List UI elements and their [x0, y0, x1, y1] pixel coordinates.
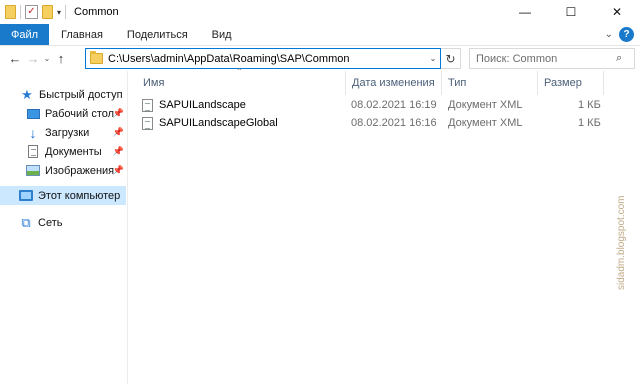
- recent-locations-icon[interactable]: ⌄: [42, 49, 52, 69]
- address-dropdown-icon[interactable]: ⌄: [426, 54, 440, 63]
- minimize-button[interactable]: —: [502, 0, 548, 24]
- nav-item-desktop[interactable]: Рабочий стол 📌: [26, 104, 124, 123]
- window-controls: — ☐ ✕: [502, 0, 640, 24]
- watermark: sidadm.blogspot.com: [616, 195, 627, 291]
- tab-file[interactable]: Файл: [0, 24, 50, 45]
- nav-label: Быстрый доступ: [39, 88, 123, 101]
- nav-label: Этот компьютер: [38, 189, 121, 202]
- close-button[interactable]: ✕: [594, 0, 640, 24]
- search-input[interactable]: [476, 52, 616, 65]
- nav-label: Загрузки: [45, 126, 90, 139]
- file-size: 1 КБ: [578, 99, 601, 111]
- toolbar-divider: [65, 5, 67, 19]
- downloads-icon: ↓: [29, 124, 37, 141]
- nav-quick-access[interactable]: ★ Быстрый доступ: [20, 85, 123, 104]
- nav-label: Документы: [45, 145, 102, 158]
- xml-file-icon: [142, 98, 153, 112]
- folder-icon: [5, 5, 16, 19]
- window-title: Common: [74, 6, 119, 18]
- pin-icon[interactable]: 📌: [113, 127, 124, 138]
- file-type: Документ XML: [448, 117, 523, 129]
- nav-label: Рабочий стол: [45, 107, 115, 120]
- ribbon-tabs: Файл Главная Поделиться Вид ⌄ ?: [0, 24, 640, 46]
- file-row[interactable]: SAPUILandscapeGlobal 08.02.2021 16:16 До…: [142, 114, 604, 132]
- pictures-icon: [26, 165, 40, 176]
- title-bar: ✓ ▾ Common — ☐ ✕: [0, 0, 640, 24]
- nav-item-network[interactable]: ⧉ Сеть: [19, 213, 62, 232]
- tab-home[interactable]: Главная: [49, 24, 115, 45]
- customize-toolbar-icon[interactable]: ▾: [57, 8, 61, 17]
- tab-share[interactable]: Поделиться: [115, 24, 200, 45]
- expand-ribbon-icon[interactable]: ⌄: [605, 29, 613, 40]
- maximize-button[interactable]: ☐: [548, 0, 594, 24]
- search-box[interactable]: ⌕: [469, 48, 635, 69]
- nav-item-documents[interactable]: Документы 📌: [26, 142, 124, 161]
- xml-file-icon: [142, 116, 153, 130]
- file-name[interactable]: SAPUILandscape: [159, 99, 246, 111]
- column-header-date[interactable]: Дата изменения: [346, 71, 442, 95]
- nav-label: Сеть: [38, 216, 63, 229]
- navigation-pane: ★ Быстрый доступ Рабочий стол 📌 ↓ Загруз…: [0, 71, 128, 384]
- nav-item-pictures[interactable]: Изображения 📌: [26, 161, 124, 180]
- pin-icon[interactable]: 📌: [113, 146, 124, 157]
- properties-icon[interactable]: ✓: [25, 5, 38, 19]
- file-modified: 08.02.2021 16:19: [351, 99, 437, 111]
- column-header-name[interactable]: Имя: [137, 71, 346, 95]
- up-button[interactable]: ↑: [52, 49, 70, 69]
- file-type: Документ XML: [448, 99, 523, 111]
- column-header-size[interactable]: Размер: [538, 71, 604, 95]
- file-name[interactable]: SAPUILandscapeGlobal: [159, 117, 278, 129]
- nav-item-downloads[interactable]: ↓ Загрузки 📌: [26, 123, 125, 142]
- computer-icon: [19, 190, 33, 201]
- file-row[interactable]: SAPUILandscape 08.02.2021 16:19 Документ…: [142, 96, 604, 114]
- star-icon: ★: [21, 86, 33, 102]
- search-icon[interactable]: ⌕: [616, 52, 622, 65]
- file-size: 1 КБ: [578, 117, 601, 129]
- nav-item-this-pc[interactable]: Этот компьютер: [0, 186, 126, 205]
- navigation-bar: ← → ⌄ ↑ C:\Users\admin\AppData\Roaming\S…: [0, 46, 640, 71]
- quick-access-toolbar: ✓ ▾: [0, 0, 67, 24]
- forward-button[interactable]: →: [24, 49, 42, 69]
- column-header-type[interactable]: Тип: [442, 71, 538, 95]
- address-bar[interactable]: C:\Users\admin\AppData\Roaming\SAP\Commo…: [85, 48, 441, 69]
- tab-view[interactable]: Вид: [200, 24, 244, 45]
- documents-icon: [28, 145, 38, 158]
- back-button[interactable]: ←: [6, 49, 24, 69]
- folder-icon: [90, 51, 103, 64]
- pin-icon[interactable]: 📌: [113, 108, 124, 119]
- file-modified: 08.02.2021 16:16: [351, 117, 437, 129]
- toolbar-divider: [20, 5, 21, 19]
- new-folder-icon[interactable]: [42, 5, 53, 19]
- nav-label: Изображения: [45, 164, 115, 177]
- address-path[interactable]: C:\Users\admin\AppData\Roaming\SAP\Commo…: [108, 53, 426, 65]
- refresh-button[interactable]: ↻: [441, 48, 461, 69]
- desktop-icon: [26, 108, 40, 119]
- help-icon[interactable]: ?: [619, 27, 634, 42]
- network-icon: ⧉: [21, 214, 31, 230]
- pin-icon[interactable]: 📌: [113, 165, 124, 176]
